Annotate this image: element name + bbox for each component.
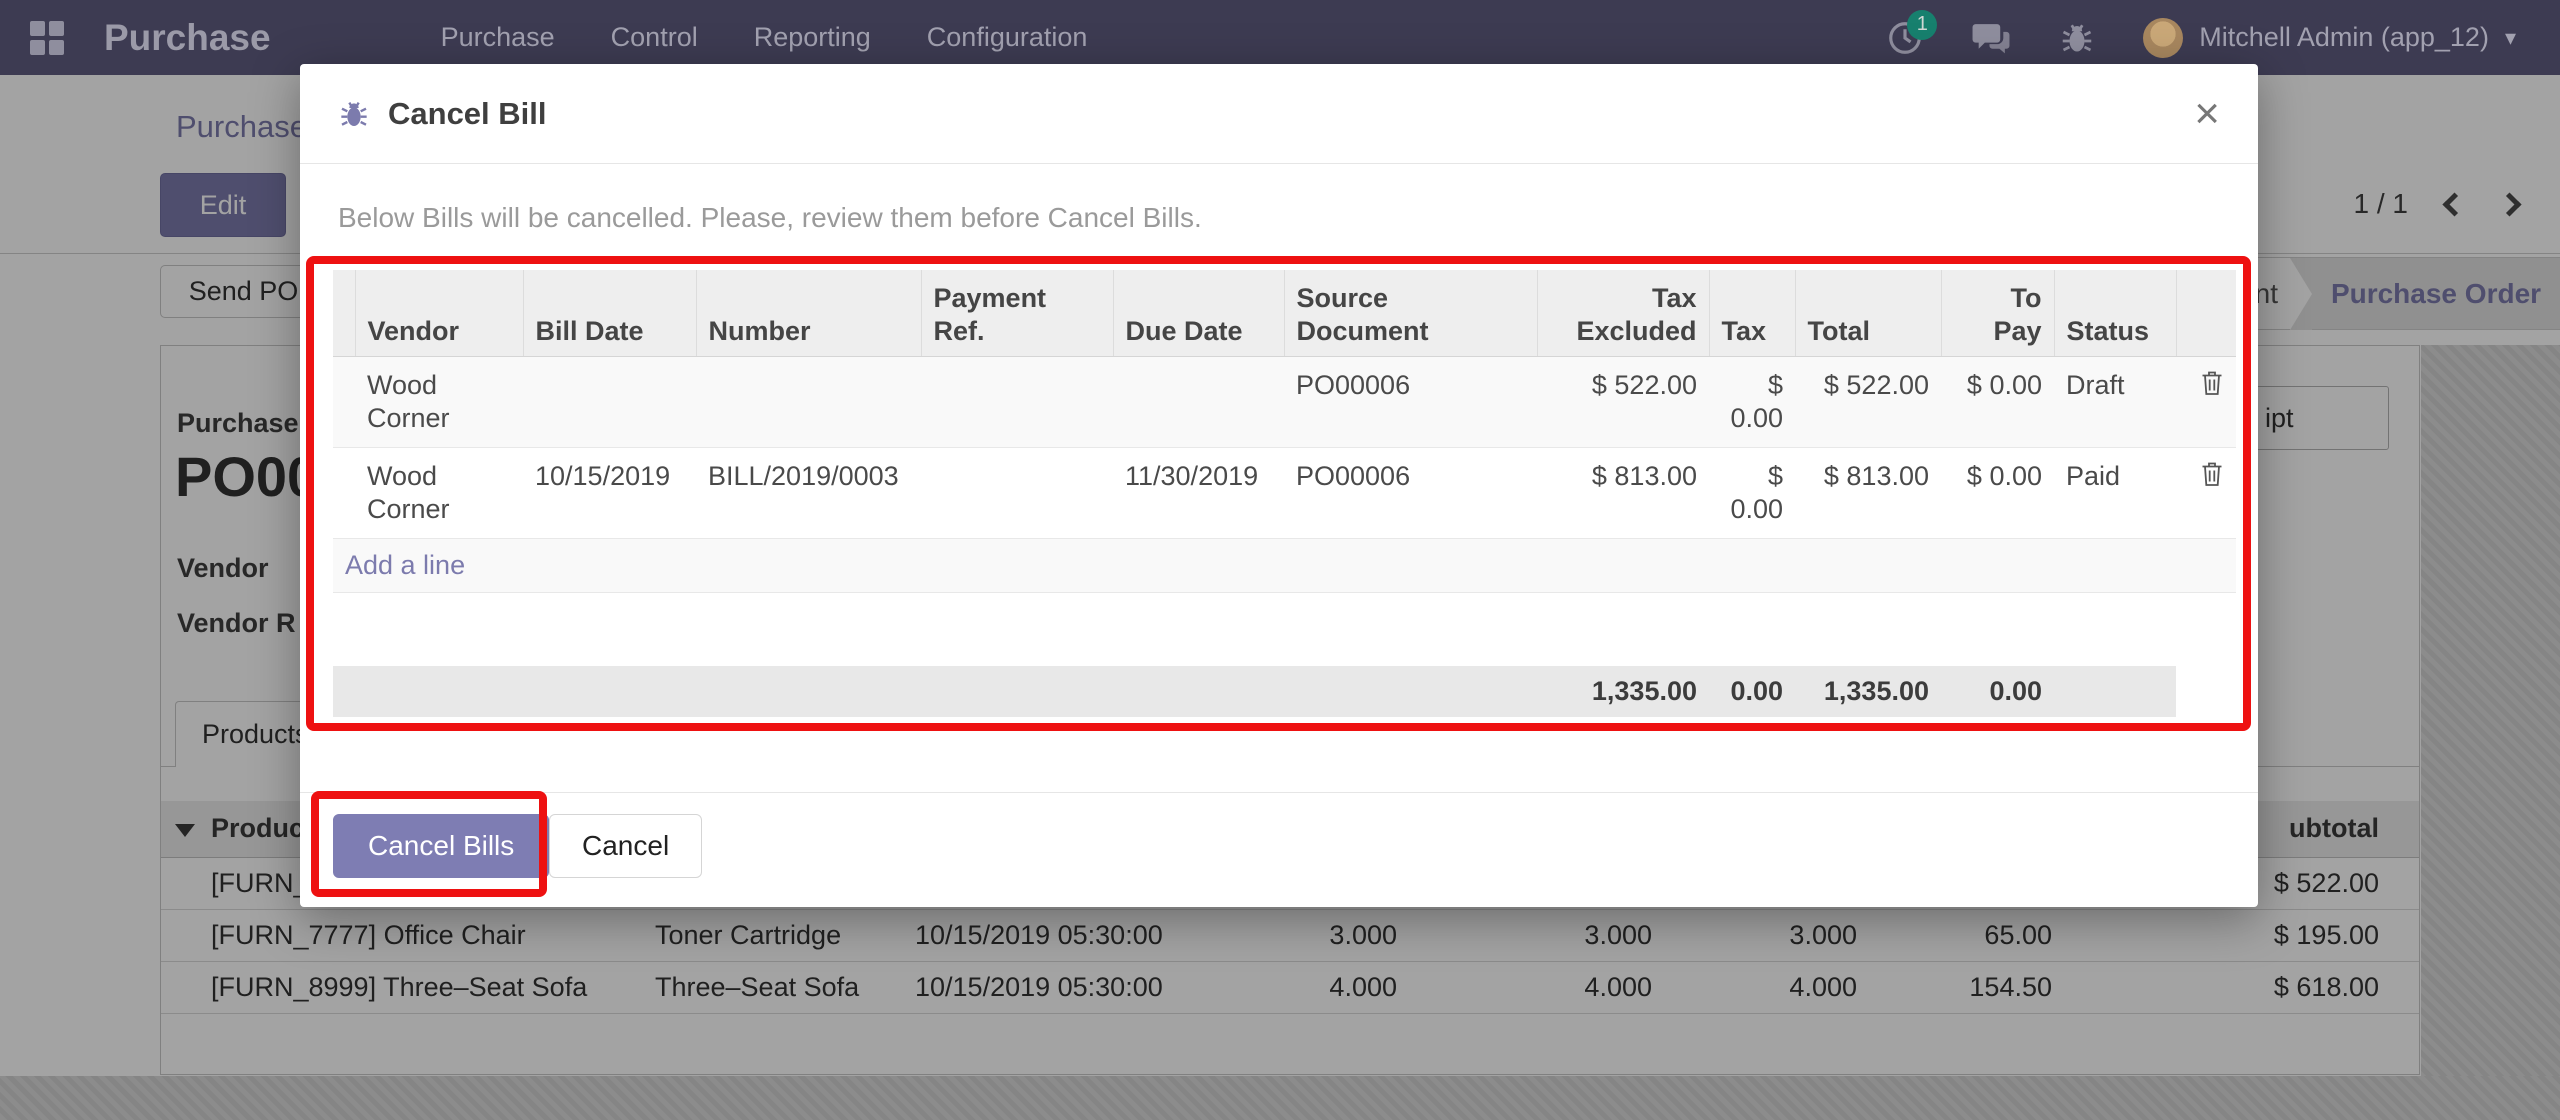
apps-menu-icon[interactable]	[30, 21, 64, 55]
bills-table-wrap: Vendor Bill Date Number Payment Ref. Due…	[333, 270, 2236, 717]
col-delete	[2176, 270, 2236, 356]
trash-icon[interactable]	[2200, 460, 2224, 496]
cancel-bill-dialog: Cancel Bill × Below Bills will be cancel…	[300, 64, 2258, 907]
menu-reporting[interactable]: Reporting	[754, 22, 871, 53]
col-tax-excluded: Tax Excluded	[1537, 270, 1709, 356]
bills-table: Vendor Bill Date Number Payment Ref. Due…	[333, 270, 2236, 717]
col-total: Total	[1795, 270, 1941, 356]
user-menu[interactable]: Mitchell Admin (app_12) ▾	[2143, 18, 2516, 58]
user-avatar	[2143, 18, 2183, 58]
col-tax: Tax	[1709, 270, 1795, 356]
debug-bug-icon[interactable]	[2057, 18, 2097, 58]
col-source-document: Source Document	[1284, 270, 1537, 356]
row-handle-header	[333, 270, 355, 356]
total-tax-excluded: 1,335.00	[1537, 666, 1709, 717]
activities-clock-icon[interactable]: 1	[1885, 18, 1925, 58]
user-menu-caret-icon: ▾	[2505, 25, 2516, 51]
add-a-line-row: Add a line	[333, 538, 2236, 592]
menu-configuration[interactable]: Configuration	[927, 22, 1088, 53]
close-icon[interactable]: ×	[2194, 92, 2220, 136]
menu-control[interactable]: Control	[611, 22, 698, 53]
total-to-pay: 0.00	[1941, 666, 2054, 717]
trash-icon[interactable]	[2200, 369, 2224, 405]
cancel-button[interactable]: Cancel	[549, 814, 702, 878]
totals-row: 1,335.00 0.00 1,335.00 0.00	[333, 666, 2236, 717]
col-number: Number	[696, 270, 921, 356]
dialog-message: Below Bills will be cancelled. Please, r…	[338, 202, 1202, 234]
empty-row	[333, 592, 2236, 666]
row-handle[interactable]	[333, 356, 355, 447]
bill-row[interactable]: Wood Corner 10/15/2019 BILL/2019/0003 11…	[333, 447, 2236, 538]
menu-purchase[interactable]: Purchase	[441, 22, 555, 53]
user-name: Mitchell Admin (app_12)	[2199, 22, 2489, 53]
total-amount: 1,335.00	[1795, 666, 1941, 717]
col-vendor: Vendor	[355, 270, 523, 356]
bill-row[interactable]: Wood Corner PO00006 $ 522.00 $ 0.00 $ 52…	[333, 356, 2236, 447]
dialog-footer: Cancel Bills Cancel	[300, 792, 2258, 907]
col-payment-ref: Payment Ref.	[921, 270, 1113, 356]
activity-count-badge: 1	[1907, 10, 1937, 40]
app-brand[interactable]: Purchase	[104, 17, 271, 59]
bills-header-row: Vendor Bill Date Number Payment Ref. Due…	[333, 270, 2236, 356]
col-to-pay: To Pay	[1941, 270, 2054, 356]
dialog-header: Cancel Bill ×	[300, 64, 2258, 164]
add-a-line-link[interactable]: Add a line	[345, 550, 465, 580]
total-tax: 0.00	[1709, 666, 1795, 717]
cancel-bills-button[interactable]: Cancel Bills	[333, 814, 549, 878]
bug-icon	[338, 98, 370, 130]
messages-icon[interactable]	[1971, 18, 2011, 58]
col-status: Status	[2054, 270, 2176, 356]
row-handle[interactable]	[333, 447, 355, 538]
main-menu: Purchase Control Reporting Configuration	[441, 22, 1088, 53]
col-due-date: Due Date	[1113, 270, 1284, 356]
col-bill-date: Bill Date	[523, 270, 696, 356]
systray: 1 Mitchell Admin (app_12) ▾	[1885, 18, 2516, 58]
dialog-title: Cancel Bill	[388, 96, 547, 132]
